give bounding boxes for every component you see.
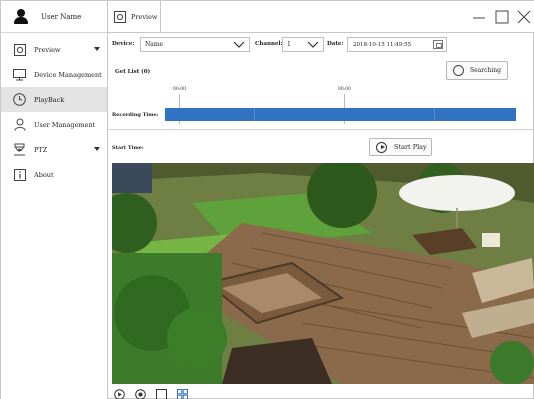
sidebar-item-label: About	[34, 170, 54, 179]
search-icon	[453, 65, 464, 76]
start-play-button[interactable]: Start Play	[369, 138, 432, 156]
monitor-icon	[13, 68, 26, 81]
chevron-down-icon	[307, 41, 319, 48]
play-icon[interactable]	[114, 388, 125, 399]
calendar-icon[interactable]	[433, 40, 443, 49]
date-label: Date:	[327, 41, 344, 47]
sidebar-item-label: Device Management	[34, 70, 102, 79]
close-button[interactable]	[516, 9, 532, 25]
playback-controls	[114, 388, 198, 399]
ptz-camera-icon	[13, 143, 26, 156]
caret-down-icon[interactable]	[94, 47, 100, 51]
sidebar-item-about[interactable]: About	[1, 162, 107, 187]
date-input[interactable]: 2018-10-15 11:49:55	[347, 37, 447, 52]
channel-value: 1	[287, 41, 291, 48]
preview-icon	[114, 11, 126, 23]
maximize-button[interactable]	[494, 9, 510, 25]
stop-icon[interactable]	[135, 388, 146, 399]
filter-controls: Device: Name Channel: 1 Date: 2018-10-15…	[108, 34, 534, 56]
timeline-marker	[254, 108, 255, 121]
timeline-tick-label: 00:00	[338, 87, 351, 92]
sidebar-item-label: PTZ	[34, 145, 48, 154]
recording-time-label: Recording Time:	[112, 112, 159, 118]
play-icon	[376, 141, 387, 153]
channel-select[interactable]: 1	[282, 37, 324, 52]
minimize-icon	[473, 17, 485, 19]
sidebar-item-playback[interactable]: PlayBack	[1, 87, 107, 112]
tab-label: Preview	[131, 13, 158, 21]
user-row[interactable]: User Name	[1, 1, 107, 33]
caret-down-icon[interactable]	[94, 147, 100, 151]
maximize-icon	[495, 10, 509, 24]
close-icon	[517, 10, 531, 24]
start-play-label: Start Play	[394, 143, 427, 151]
get-list-label: Get List (0)	[115, 69, 151, 75]
date-value: 2018-10-15 11:49:55	[353, 41, 412, 48]
start-time-label: Start Time:	[112, 145, 144, 151]
garden-video-image	[112, 163, 534, 384]
clock-icon	[13, 93, 26, 106]
searching-button[interactable]: Searching	[446, 61, 508, 80]
title-bar: Preview	[108, 1, 534, 33]
device-select[interactable]: Name	[140, 37, 250, 52]
timeline-marker	[434, 108, 435, 121]
device-label: Device:	[112, 41, 135, 47]
tab-preview[interactable]: Preview	[108, 1, 161, 33]
chevron-down-icon	[233, 41, 245, 48]
searching-label: Searching	[470, 67, 501, 74]
app-window: User Name Preview Device Management Play…	[0, 0, 534, 399]
sidebar-item-user-management[interactable]: User Management	[1, 112, 107, 137]
sidebar-item-label: User Management	[34, 120, 96, 129]
grid-view-icon[interactable]	[177, 388, 188, 399]
user-name: User Name	[41, 12, 82, 21]
sidebar-item-ptz[interactable]: PTZ	[1, 137, 107, 162]
sidebar-item-label: Preview	[34, 45, 61, 54]
sidebar-item-device-management[interactable]: Device Management	[1, 62, 107, 87]
single-view-icon[interactable]	[156, 388, 167, 399]
sidebar-item-label: PlayBack	[34, 95, 65, 104]
sidebar-item-preview[interactable]: Preview	[1, 37, 107, 62]
minimize-button[interactable]	[471, 9, 487, 25]
info-icon	[13, 168, 26, 181]
user-icon	[13, 118, 26, 131]
timeline-tick-label: 00:00	[173, 87, 186, 92]
sidebar: User Name Preview Device Management Play…	[1, 1, 108, 399]
divider	[108, 129, 534, 130]
preview-icon	[13, 43, 26, 56]
channel-label: Channel:	[255, 41, 283, 47]
recording-timeline-bar[interactable]	[165, 108, 516, 121]
avatar-icon	[13, 8, 29, 25]
device-value: Name	[145, 41, 164, 48]
video-playback-area[interactable]	[112, 163, 534, 384]
